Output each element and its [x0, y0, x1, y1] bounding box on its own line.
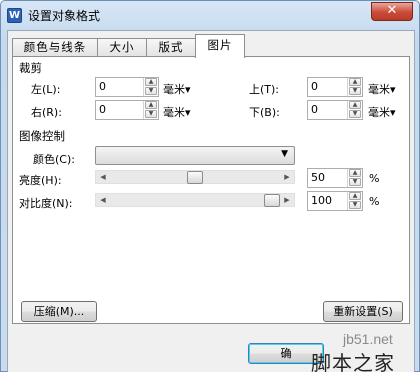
- crop-group-title: 裁剪: [19, 61, 42, 75]
- contrast-slider[interactable]: ◀ ▶: [95, 193, 295, 207]
- contrast-label: 对比度(N):: [19, 197, 73, 210]
- spin-up-icon[interactable]: ▲: [349, 78, 361, 86]
- contrast-unit: %: [369, 195, 380, 208]
- spin-down-icon[interactable]: ▼: [145, 110, 157, 118]
- spin-up-icon[interactable]: ▲: [145, 78, 157, 86]
- spin-up-icon[interactable]: ▲: [349, 101, 361, 109]
- crop-right-arrows: ▲ ▼: [143, 101, 158, 119]
- spin-up-icon[interactable]: ▲: [349, 192, 361, 200]
- slider-right-arrow-icon[interactable]: ▶: [282, 195, 292, 206]
- brightness-label: 亮度(H):: [19, 174, 62, 187]
- slider-left-arrow-icon[interactable]: ◀: [98, 195, 108, 206]
- crop-top-value[interactable]: 0: [311, 80, 318, 93]
- crop-bottom-label: 下(B):: [249, 106, 280, 119]
- crop-bottom-unit-dropdown[interactable]: 毫米▾: [368, 104, 396, 120]
- crop-right-spinner[interactable]: 0 ▲ ▼: [95, 100, 159, 120]
- slider-right-arrow-icon[interactable]: ▶: [282, 172, 292, 183]
- contrast-value[interactable]: 100: [311, 194, 332, 207]
- chevron-down-icon: ▼: [281, 149, 288, 159]
- brightness-arrows: ▲ ▼: [347, 169, 362, 187]
- spin-down-icon[interactable]: ▼: [349, 178, 361, 186]
- reset-button[interactable]: 重新设置(S): [323, 301, 403, 322]
- image-control-group-divider: [75, 136, 401, 137]
- spin-up-icon[interactable]: ▲: [145, 101, 157, 109]
- spin-down-icon[interactable]: ▼: [145, 87, 157, 95]
- watermark-site: jb51.net: [343, 331, 393, 347]
- crop-left-label: 左(L):: [31, 83, 61, 96]
- crop-right-unit-dropdown[interactable]: 毫米▾: [163, 104, 191, 120]
- brightness-value[interactable]: 50: [311, 171, 325, 184]
- contrast-arrows: ▲ ▼: [347, 192, 362, 210]
- close-button[interactable]: ✕: [371, 2, 413, 21]
- spin-down-icon[interactable]: ▼: [349, 201, 361, 209]
- crop-left-spinner[interactable]: 0 ▲ ▼: [95, 77, 159, 97]
- tab-layout[interactable]: 版式: [146, 38, 196, 57]
- spin-up-icon[interactable]: ▲: [349, 169, 361, 177]
- crop-bottom-arrows: ▲ ▼: [347, 101, 362, 119]
- compress-button[interactable]: 压缩(M)...: [21, 301, 97, 322]
- contrast-slider-thumb[interactable]: [264, 194, 280, 207]
- tab-picture[interactable]: 图片: [195, 34, 245, 58]
- crop-top-unit-dropdown[interactable]: 毫米▾: [368, 81, 396, 97]
- spin-down-icon[interactable]: ▼: [349, 110, 361, 118]
- crop-left-arrows: ▲ ▼: [143, 78, 158, 96]
- crop-bottom-spinner[interactable]: 0 ▲ ▼: [307, 100, 363, 120]
- color-dropdown[interactable]: ▼: [95, 146, 295, 165]
- title-bar[interactable]: W 设置对象格式 ✕: [1, 1, 419, 29]
- slider-left-arrow-icon[interactable]: ◀: [98, 172, 108, 183]
- tab-size[interactable]: 大小: [97, 38, 147, 57]
- crop-top-arrows: ▲ ▼: [347, 78, 362, 96]
- picture-tab-panel: 裁剪 左(L): 0 ▲ ▼ 毫米▾ 上(T): 0 ▲ ▼ 毫米▾ 右(R):: [12, 56, 410, 324]
- watermark-brand: 脚本之家: [311, 351, 395, 372]
- dialog-client: 颜色与线条 大小 版式 图片 裁剪 左(L): 0 ▲ ▼ 毫米▾ 上(T): …: [7, 30, 415, 372]
- color-label: 颜色(C):: [33, 153, 75, 166]
- brightness-slider[interactable]: ◀ ▶: [95, 170, 295, 184]
- wps-app-icon: W: [7, 8, 22, 23]
- dialog-title: 设置对象格式: [28, 9, 101, 23]
- contrast-spinner[interactable]: 100 ▲ ▼: [307, 191, 363, 211]
- image-control-group-title: 图像控制: [19, 129, 65, 143]
- crop-right-value[interactable]: 0: [99, 103, 106, 116]
- brightness-spinner[interactable]: 50 ▲ ▼: [307, 168, 363, 188]
- watermark: jb51.net 脚本之家: [301, 331, 420, 372]
- crop-top-label: 上(T):: [249, 83, 280, 96]
- brightness-slider-thumb[interactable]: [187, 171, 203, 184]
- spin-down-icon[interactable]: ▼: [349, 87, 361, 95]
- crop-left-value[interactable]: 0: [99, 80, 106, 93]
- crop-right-label: 右(R):: [31, 106, 62, 119]
- crop-left-unit-dropdown[interactable]: 毫米▾: [163, 81, 191, 97]
- tab-color-and-lines[interactable]: 颜色与线条: [12, 38, 98, 57]
- crop-top-spinner[interactable]: 0 ▲ ▼: [307, 77, 363, 97]
- dialog-window: W 设置对象格式 ✕ 颜色与线条 大小 版式 图片 裁剪 左(L): 0 ▲ ▼…: [0, 0, 420, 372]
- brightness-unit: %: [369, 172, 380, 185]
- crop-group-divider: [49, 68, 401, 69]
- crop-bottom-value[interactable]: 0: [311, 103, 318, 116]
